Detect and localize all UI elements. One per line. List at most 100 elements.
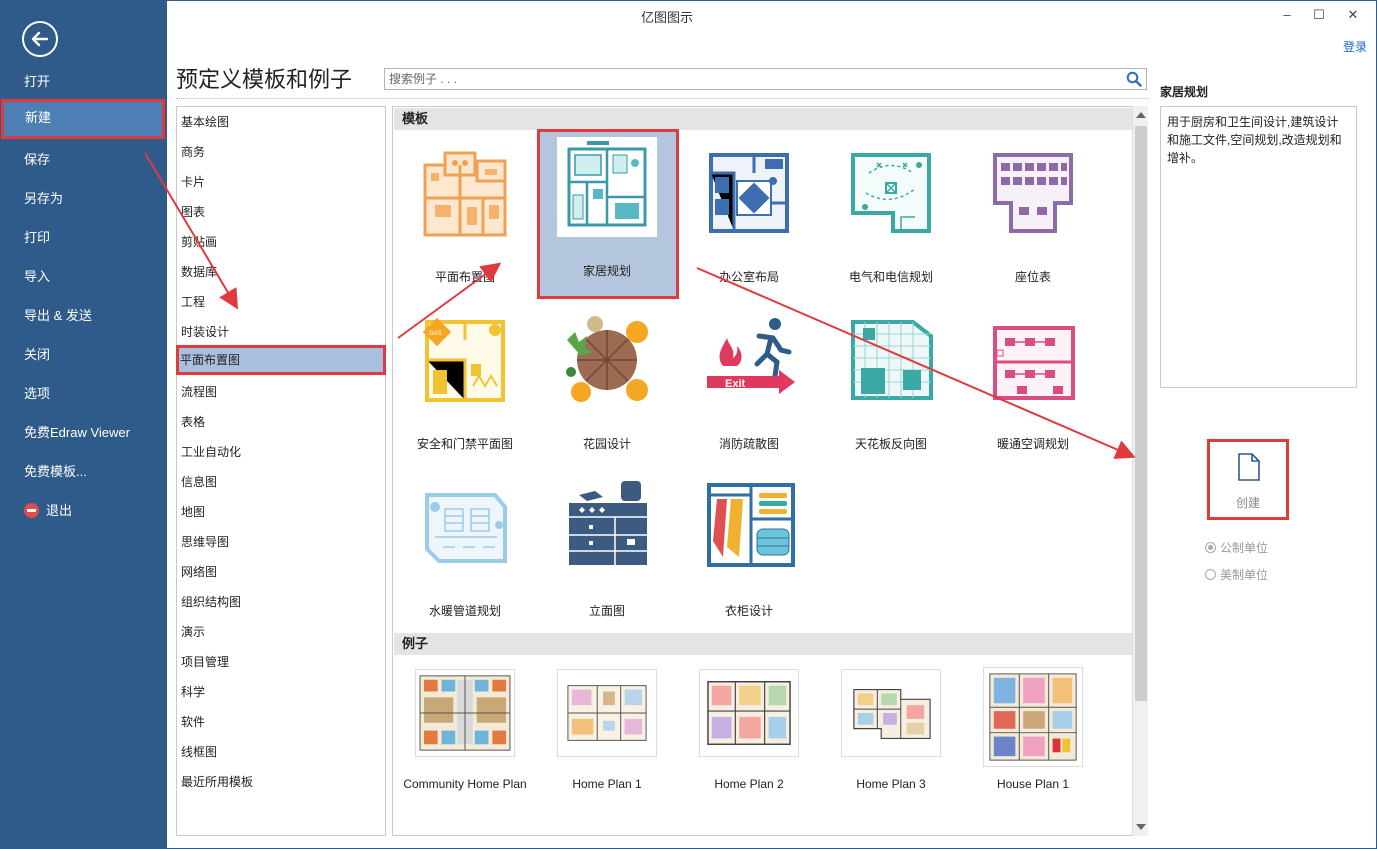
menu-import[interactable]: 导入	[0, 258, 167, 296]
template-label: 立面图	[588, 604, 625, 618]
security-plan-icon: GAS	[422, 317, 505, 402]
menu-save[interactable]: 保存	[0, 141, 167, 179]
arrow-left-icon	[31, 31, 49, 47]
example-thumbnail	[841, 669, 941, 757]
plumbing-plan-icon	[425, 493, 507, 563]
category-item[interactable]: 组织结构图	[177, 587, 385, 617]
example-home-plan-1[interactable]: Home Plan 1	[537, 669, 677, 819]
template-floor-plan[interactable]: 平面布置图	[395, 135, 535, 295]
category-item[interactable]: 流程图	[177, 377, 385, 407]
template-hvac-plan[interactable]: 暖通空调规划	[963, 302, 1103, 462]
template-garden-design[interactable]: 花园设计	[537, 302, 677, 462]
scroll-thumb[interactable]	[1135, 126, 1147, 701]
category-item[interactable]: 工程	[177, 287, 385, 317]
garden-design-icon	[566, 316, 648, 402]
gallery-scrollbar[interactable]	[1132, 106, 1148, 836]
template-fire-exit[interactable]: Exit 消防疏散图	[679, 302, 819, 462]
gas-label: GAS	[429, 331, 442, 337]
category-item[interactable]: 工业自动化	[177, 437, 385, 467]
wardrobe-icon	[707, 483, 795, 567]
menu-new[interactable]: 新建	[1, 99, 165, 139]
page-title: 预定义模板和例子	[176, 67, 353, 92]
menu-open[interactable]: 打开	[0, 63, 167, 101]
template-plumbing-plan[interactable]: 水暖管道规划	[395, 469, 535, 629]
category-item[interactable]: 演示	[177, 617, 385, 647]
category-item[interactable]: 网络图	[177, 557, 385, 587]
template-label: 办公室布局	[718, 270, 779, 284]
menu-free-viewer[interactable]: 免费Edraw Viewer	[0, 414, 167, 452]
search-icon[interactable]	[1126, 71, 1142, 87]
template-label: 衣柜设计	[724, 604, 773, 618]
example-home-plan-3[interactable]: Home Plan 3	[821, 669, 961, 819]
menu-options[interactable]: 选项	[0, 375, 167, 413]
template-elevation[interactable]: 立面图	[537, 469, 677, 629]
menu-exit[interactable]: 退出	[0, 492, 167, 530]
template-home-plan[interactable]: 家居规划	[537, 129, 679, 299]
scroll-up-icon[interactable]	[1136, 112, 1146, 118]
menu-save-as[interactable]: 另存为	[0, 180, 167, 218]
seating-chart-icon	[993, 153, 1073, 233]
category-item[interactable]: 线框图	[177, 737, 385, 767]
close-button[interactable]: ✕	[1336, 4, 1370, 26]
category-item[interactable]: 数据库	[177, 257, 385, 287]
category-item[interactable]: 科学	[177, 677, 385, 707]
example-label: Home Plan 3	[856, 777, 926, 791]
menu-close[interactable]: 关闭	[0, 336, 167, 374]
category-item[interactable]: 商务	[177, 137, 385, 167]
example-thumbnail	[557, 669, 657, 757]
template-electrical-plan[interactable]: 电气和电信规划	[821, 135, 961, 295]
template-label: 电气和电信规划	[848, 270, 933, 284]
template-office-layout[interactable]: 办公室布局	[679, 135, 819, 295]
window-title: 亿图图示	[640, 10, 693, 25]
create-button[interactable]: 创建	[1207, 439, 1289, 520]
template-label: 水暖管道规划	[428, 604, 501, 618]
template-label: 花园设计	[582, 437, 631, 451]
back-button[interactable]	[22, 21, 58, 57]
example-house-plan-1[interactable]: House Plan 1	[963, 667, 1103, 819]
detail-title: 家居规划	[1160, 85, 1209, 99]
radio-label: 美制单位	[1220, 568, 1269, 582]
template-label: 消防疏散图	[718, 437, 779, 451]
minimize-button[interactable]: –	[1270, 4, 1304, 26]
radio-dot	[1205, 569, 1216, 580]
divider	[176, 98, 1148, 99]
floor-plan-icon	[423, 151, 507, 237]
category-item[interactable]: 地图	[177, 497, 385, 527]
category-item[interactable]: 信息图	[177, 467, 385, 497]
category-item[interactable]: 图表	[177, 197, 385, 227]
category-item[interactable]: 时装设计	[177, 317, 385, 347]
category-item[interactable]: 表格	[177, 407, 385, 437]
category-item[interactable]: 最近所用模板	[177, 767, 385, 797]
template-wardrobe[interactable]: 衣柜设计	[679, 469, 819, 629]
new-document-icon	[1238, 453, 1260, 481]
templates-header: 模板	[394, 108, 1132, 130]
radio-dot	[1205, 542, 1216, 553]
template-security-plan[interactable]: GAS 安全和门禁平面图	[395, 302, 535, 462]
office-layout-icon	[709, 153, 789, 233]
exit-sign-text: Exit	[725, 378, 746, 390]
category-item[interactable]: 基本绘图	[177, 107, 385, 137]
menu-exit-label: 退出	[46, 503, 73, 518]
category-item[interactable]: 卡片	[177, 167, 385, 197]
example-community-home-plan[interactable]: Community Home Plan	[395, 669, 535, 819]
login-link[interactable]: 登录	[1343, 38, 1367, 55]
category-item[interactable]: 思维导图	[177, 527, 385, 557]
search-input[interactable]	[385, 69, 1115, 89]
us-units-radio[interactable]: 美制单位	[1205, 566, 1268, 583]
example-home-plan-2[interactable]: Home Plan 2	[679, 669, 819, 819]
category-item[interactable]: 剪贴画	[177, 227, 385, 257]
example-thumbnail	[983, 667, 1083, 767]
template-seating-chart[interactable]: 座位表	[963, 135, 1103, 295]
fire-exit-icon: Exit	[707, 318, 795, 394]
category-item[interactable]: 项目管理	[177, 647, 385, 677]
menu-free-templates[interactable]: 免费模板...	[0, 453, 167, 491]
electrical-plan-icon	[851, 153, 931, 233]
menu-print[interactable]: 打印	[0, 219, 167, 257]
template-ceiling-plan[interactable]: 天花板反向图	[821, 302, 961, 462]
menu-export-send[interactable]: 导出 & 发送	[0, 297, 167, 335]
maximize-button[interactable]: ☐	[1302, 4, 1336, 26]
metric-units-radio[interactable]: 公制单位	[1205, 539, 1268, 556]
scroll-down-icon[interactable]	[1136, 824, 1146, 830]
category-item-floor-plan[interactable]: 平面布置图	[176, 345, 386, 375]
category-item[interactable]: 软件	[177, 707, 385, 737]
